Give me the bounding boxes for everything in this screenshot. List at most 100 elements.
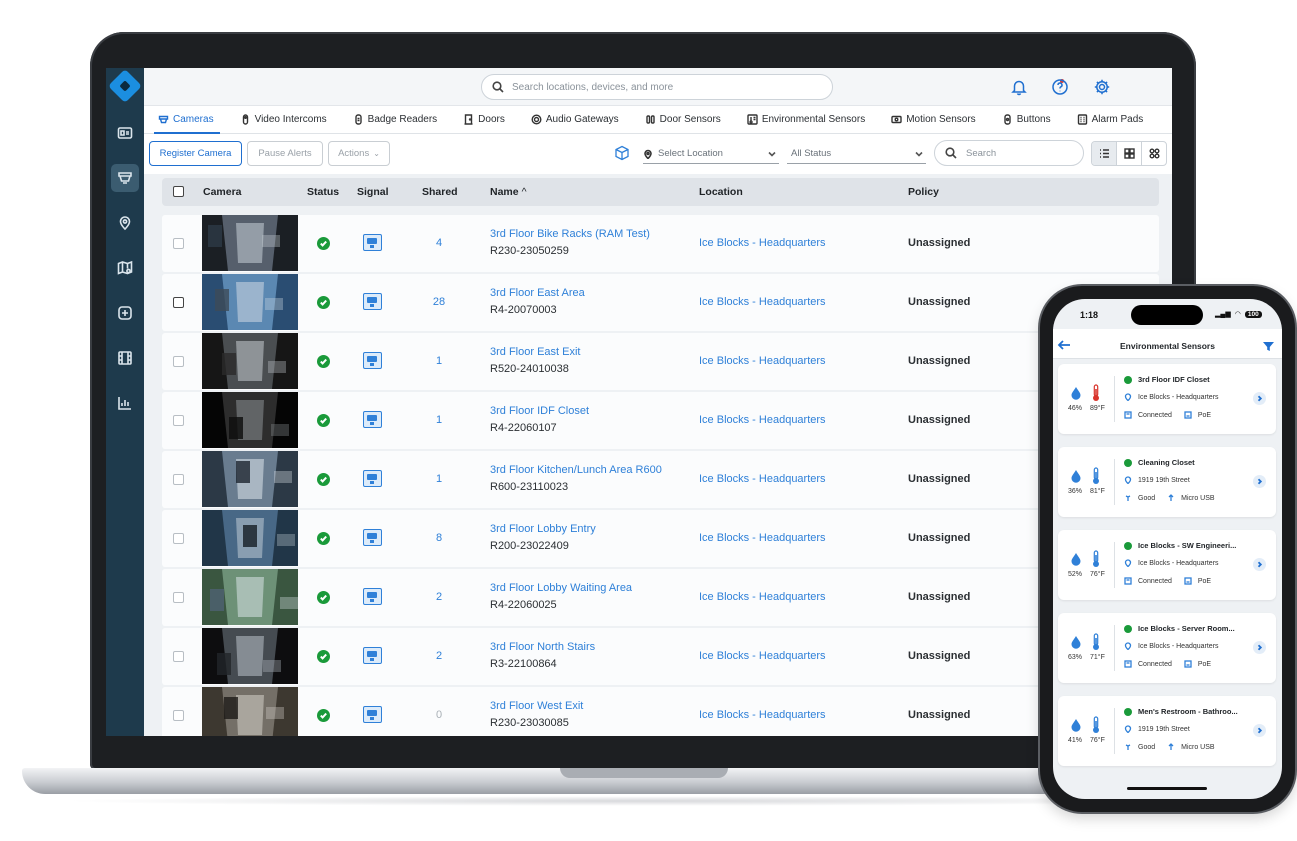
camera-location-link[interactable]: Ice Blocks - Headquarters [699, 591, 826, 603]
notifications-bell-icon[interactable] [1010, 78, 1028, 96]
camera-thumbnail[interactable] [202, 392, 298, 448]
shared-count[interactable]: 4 [414, 237, 464, 249]
table-row[interactable]: 2 3rd Floor North Stairs R3-22100864 Ice Bl… [162, 628, 1159, 685]
camera-thumbnail[interactable] [202, 569, 298, 625]
camera-location-link[interactable]: Ice Blocks - Headquarters [699, 414, 826, 426]
floorplan-cube-icon[interactable] [614, 145, 630, 161]
tab-alarm-pads[interactable]: Alarm Pads [1077, 106, 1150, 134]
shared-count[interactable]: 0 [414, 709, 464, 721]
shared-count[interactable]: 8 [414, 532, 464, 544]
status-select[interactable]: All Status [787, 144, 926, 164]
camera-location-link[interactable]: Ice Blocks - Headquarters [699, 296, 826, 308]
sidebar-health-icon[interactable] [111, 299, 139, 327]
table-row[interactable]: 4 3rd Floor Bike Racks (RAM Test) R230-230… [162, 215, 1159, 272]
grid-view-button[interactable] [1117, 142, 1142, 165]
list-view-button[interactable] [1092, 142, 1117, 165]
tab-badge-readers[interactable]: Badge Readers [353, 106, 444, 134]
sensor-card[interactable]: 52% 76°F Ice Blocks - SW Engineeri... Ice B… [1058, 530, 1276, 600]
camera-name-link[interactable]: 3rd Floor Kitchen/Lunch Area R600 [490, 464, 662, 476]
row-checkbox[interactable] [173, 297, 184, 308]
location-select[interactable]: Select Location [643, 144, 779, 164]
row-checkbox[interactable] [173, 474, 184, 485]
tab-doors[interactable]: Doors [463, 106, 511, 134]
table-row[interactable]: 1 3rd Floor IDF Closet R4-22060107 Ice Bloc… [162, 392, 1159, 449]
column-policy[interactable]: Policy [908, 186, 939, 198]
help-icon[interactable] [1051, 78, 1069, 96]
register-camera-button[interactable]: Register Camera [149, 141, 242, 166]
sidebar-video-icon[interactable] [111, 344, 139, 372]
tile-view-button[interactable] [1142, 142, 1166, 165]
tab-environmental-sensors[interactable]: Environmental Sensors [747, 106, 871, 134]
row-checkbox[interactable] [173, 415, 184, 426]
table-row[interactable]: 28 3rd Floor East Area R4-20070003 Ice Bloc… [162, 274, 1159, 331]
row-checkbox[interactable] [173, 651, 184, 662]
shared-count[interactable]: 2 [414, 650, 464, 662]
sidebar-locations-icon[interactable] [111, 209, 139, 237]
chevron-right-icon[interactable] [1253, 724, 1266, 737]
column-location[interactable]: Location [699, 186, 743, 198]
sensor-card[interactable]: 46% 89°F 3rd Floor IDF Closet Ice Blocks - … [1058, 364, 1276, 434]
camera-thumbnail[interactable] [202, 687, 298, 736]
row-checkbox[interactable] [173, 356, 184, 367]
camera-name-link[interactable]: 3rd Floor IDF Closet [490, 405, 589, 417]
shared-count[interactable]: 2 [414, 591, 464, 603]
column-signal[interactable]: Signal [357, 186, 389, 198]
camera-location-link[interactable]: Ice Blocks - Headquarters [699, 650, 826, 662]
camera-name-link[interactable]: 3rd Floor West Exit [490, 700, 583, 712]
chevron-right-icon[interactable] [1253, 392, 1266, 405]
camera-thumbnail[interactable] [202, 628, 298, 684]
shared-count[interactable]: 1 [414, 355, 464, 367]
tab-video-intercoms[interactable]: Video Intercoms [240, 106, 333, 134]
pause-alerts-button[interactable]: Pause Alerts [247, 141, 323, 166]
camera-thumbnail[interactable] [202, 451, 298, 507]
row-checkbox[interactable] [173, 710, 184, 721]
sidebar-map-icon[interactable] [111, 254, 139, 282]
chevron-right-icon[interactable] [1253, 641, 1266, 654]
camera-thumbnail[interactable] [202, 215, 298, 271]
row-checkbox[interactable] [173, 533, 184, 544]
table-row[interactable]: 0 3rd Floor West Exit R230-23030085 Ice Blo… [162, 687, 1159, 736]
column-camera[interactable]: Camera [203, 186, 242, 198]
camera-name-link[interactable]: 3rd Floor Bike Racks (RAM Test) [490, 228, 650, 240]
table-row[interactable]: 1 3rd Floor Kitchen/Lunch Area R600 R600-2… [162, 451, 1159, 508]
settings-gear-icon[interactable] [1093, 78, 1111, 96]
sidebar-reports-icon[interactable] [111, 389, 139, 417]
chevron-right-icon[interactable] [1253, 475, 1266, 488]
sidebar-devices-icon[interactable] [111, 164, 139, 192]
column-shared[interactable]: Shared [422, 186, 458, 198]
camera-location-link[interactable]: Ice Blocks - Headquarters [699, 532, 826, 544]
table-row[interactable]: 1 3rd Floor East Exit R520-24010038 Ice Blo… [162, 333, 1159, 390]
tab-audio-gateways[interactable]: Audio Gateways [531, 106, 625, 134]
camera-location-link[interactable]: Ice Blocks - Headquarters [699, 709, 826, 721]
camera-thumbnail[interactable] [202, 333, 298, 389]
camera-search-input[interactable]: Search [934, 140, 1084, 166]
shared-count[interactable]: 1 [414, 473, 464, 485]
camera-location-link[interactable]: Ice Blocks - Headquarters [699, 355, 826, 367]
select-all-checkbox[interactable] [173, 186, 184, 197]
sensor-card[interactable]: 36% 81°F Cleaning Closet 1919 19th Street Go… [1058, 447, 1276, 517]
shared-count[interactable]: 1 [414, 414, 464, 426]
app-logo[interactable] [108, 69, 142, 103]
sensor-card[interactable]: 63% 71°F Ice Blocks - Server Room... Ice Bl… [1058, 613, 1276, 683]
table-row[interactable]: 8 3rd Floor Lobby Entry R200-23022409 Ice B… [162, 510, 1159, 567]
camera-name-link[interactable]: 3rd Floor East Area [490, 287, 585, 299]
camera-name-link[interactable]: 3rd Floor Lobby Entry [490, 523, 596, 535]
camera-location-link[interactable]: Ice Blocks - Headquarters [699, 237, 826, 249]
camera-name-link[interactable]: 3rd Floor North Stairs [490, 641, 595, 653]
tab-motion-sensors[interactable]: Motion Sensors [891, 106, 981, 134]
shared-count[interactable]: 28 [414, 296, 464, 308]
global-search-input[interactable]: Search locations, devices, and more [481, 74, 833, 100]
sensor-card[interactable]: 41% 76°F Men's Restroom - Bathroo... 1919 1… [1058, 696, 1276, 766]
row-checkbox[interactable] [173, 592, 184, 603]
chevron-right-icon[interactable] [1253, 558, 1266, 571]
camera-location-link[interactable]: Ice Blocks - Headquarters [699, 473, 826, 485]
tab-door-sensors[interactable]: Door Sensors [645, 106, 727, 134]
table-row[interactable]: 2 3rd Floor Lobby Waiting Area R4-22060025… [162, 569, 1159, 626]
tab-cameras[interactable]: Cameras [154, 106, 220, 134]
camera-name-link[interactable]: 3rd Floor Lobby Waiting Area [490, 582, 632, 594]
camera-thumbnail[interactable] [202, 274, 298, 330]
camera-name-link[interactable]: 3rd Floor East Exit [490, 346, 580, 358]
row-checkbox[interactable] [173, 238, 184, 249]
camera-thumbnail[interactable] [202, 510, 298, 566]
actions-dropdown[interactable]: Actions ⌄ [328, 141, 390, 166]
